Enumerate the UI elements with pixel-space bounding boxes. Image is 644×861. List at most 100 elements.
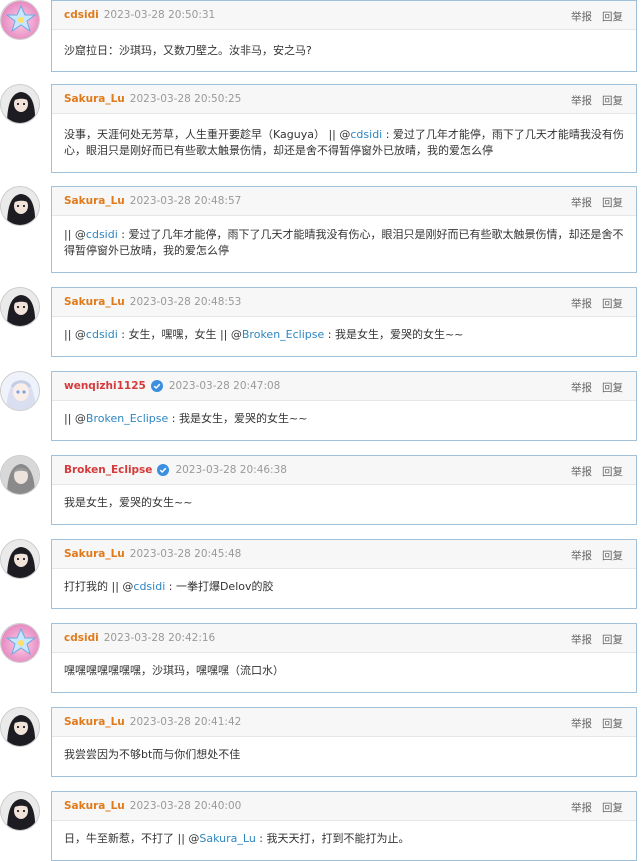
mention-link[interactable]: cdsidi	[133, 580, 165, 593]
comment-item: Sakura_Lu 2023-03-28 20:41:42 举报 回复我尝尝因为不够b…	[0, 706, 644, 778]
comment-item: Sakura_Lu 2023-03-28 20:48:53 举报 回复 || @cdsi…	[0, 287, 644, 359]
username-link[interactable]: cdsidi	[64, 632, 99, 644]
comment-item: Sakura_Lu 2023-03-28 20:45:48 举报 回复 打打我的 || …	[0, 538, 644, 610]
comment-header: Sakura_Lu 2023-03-28 20:48:53 举报 回复	[52, 288, 636, 317]
mention-link[interactable]: Broken_Eclipse	[242, 328, 324, 341]
comment-item: cdsidi 2023-03-28 20:42:16 举报 回复 嘿嘿嘿嘿嘿嘿嘿，沙琪玛…	[0, 622, 644, 694]
mention-link[interactable]: Broken_Eclipse	[86, 412, 168, 425]
comment-timestamp: 2023-03-28 20:41:42	[129, 716, 242, 728]
comment-item: Sakura_Lu 2023-03-28 20:50:25 举报 回复没事，天涯何处无…	[0, 84, 644, 175]
username-link[interactable]: Sakura_Lu	[64, 195, 125, 207]
mention-link[interactable]: cdsidi	[350, 128, 382, 141]
comment-meta: cdsidi 2023-03-28 20:50:31	[64, 9, 215, 21]
avatar[interactable]	[0, 455, 40, 495]
report-button[interactable]: 举报	[571, 382, 592, 394]
username-link[interactable]: Sakura_Lu	[64, 296, 125, 308]
comment-header: Sakura_Lu 2023-03-28 20:45:48 举报 回复	[52, 540, 636, 569]
avatar[interactable]	[0, 539, 40, 579]
reply-button[interactable]: 回复	[602, 634, 623, 646]
comment-text-segment: 日，牛至新惹，不打了 || @	[64, 832, 200, 845]
report-button[interactable]: 举报	[571, 718, 592, 730]
comment-text-segment: || @	[64, 328, 86, 341]
comment-card: wenqizhi1125 2023-03-28 20:47:08 举报 回复 || @B…	[51, 371, 637, 441]
username-link[interactable]: Broken_Eclipse	[64, 464, 152, 476]
reply-button[interactable]: 回复	[602, 718, 623, 730]
comment-meta: Broken_Eclipse 2023-03-28 20:46:38	[64, 464, 287, 476]
comment-actions: 举报 回复	[571, 9, 623, 24]
comment-card: cdsidi 2023-03-28 20:42:16 举报 回复 嘿嘿嘿嘿嘿嘿嘿，沙琪玛…	[51, 623, 637, 693]
comment-header: Sakura_Lu 2023-03-28 20:48:57 举报 回复	[52, 187, 636, 216]
comment-text-segment: 没事，天涯何处无芳草，人生重开要趁早（Kaguya） || @	[64, 128, 351, 141]
mention-link[interactable]: cdsidi	[86, 228, 118, 241]
report-button[interactable]: 举报	[571, 11, 592, 23]
username-link[interactable]: Sakura_Lu	[64, 800, 125, 812]
comment-timestamp: 2023-03-28 20:48:57	[129, 195, 242, 207]
comment-item: Sakura_Lu 2023-03-28 20:40:00 举报 回复日，牛至新惹，不…	[0, 790, 644, 861]
report-button[interactable]: 举报	[571, 802, 592, 814]
comment-text-segment: 我是女生，爱哭的女生~~	[64, 496, 193, 509]
report-button[interactable]: 举报	[571, 95, 592, 107]
comment-text-segment: : 一拳打爆Delov的胶	[165, 580, 274, 593]
report-button[interactable]: 举报	[571, 550, 592, 562]
comment-item: Broken_Eclipse 2023-03-28 20:46:38 举报 回复我是女…	[0, 454, 644, 526]
comment-text: 我是女生，爱哭的女生~~	[64, 495, 624, 511]
avatar[interactable]	[0, 791, 40, 831]
avatar[interactable]	[0, 186, 40, 226]
comment-text-segment: : 我是女生，爱哭的女生~~	[168, 412, 308, 425]
comment-text: 沙窟拉日：沙琪玛，又数刀壁之。汝非马，安之马?	[64, 43, 624, 59]
comment-header: Sakura_Lu 2023-03-28 20:40:00 举报 回复	[52, 792, 636, 821]
comment-timestamp: 2023-03-28 20:50:31	[103, 9, 216, 21]
reply-button[interactable]: 回复	[602, 298, 623, 310]
report-button[interactable]: 举报	[571, 298, 592, 310]
comment-meta: Sakura_Lu 2023-03-28 20:48:53	[64, 296, 241, 308]
avatar[interactable]	[0, 84, 40, 124]
comment-item: cdsidi 2023-03-28 20:50:31 举报 回复沙窟拉日：沙琪玛，又数…	[0, 0, 644, 74]
comment-card: Sakura_Lu 2023-03-28 20:48:53 举报 回复 || @cdsi…	[51, 287, 637, 357]
reply-button[interactable]: 回复	[602, 11, 623, 23]
avatar[interactable]	[0, 371, 40, 411]
comment-item: wenqizhi1125 2023-03-28 20:47:08 举报 回复 || @B…	[0, 370, 644, 442]
report-button[interactable]: 举报	[571, 197, 592, 209]
comment-text: 我尝尝因为不够bt而与你们想处不佳	[64, 747, 624, 763]
comment-timestamp: 2023-03-28 20:45:48	[129, 548, 242, 560]
comment-card: Sakura_Lu 2023-03-28 20:45:48 举报 回复 打打我的 || …	[51, 539, 637, 609]
verified-badge-icon	[157, 464, 170, 476]
username-link[interactable]: Sakura_Lu	[64, 716, 125, 728]
reply-button[interactable]: 回复	[602, 550, 623, 562]
avatar[interactable]	[0, 0, 40, 40]
report-button[interactable]: 举报	[571, 634, 592, 646]
comment-meta: Sakura_Lu 2023-03-28 20:41:42	[64, 716, 241, 728]
comment-header: cdsidi 2023-03-28 20:50:31 举报 回复	[52, 1, 636, 30]
comment-card: Sakura_Lu 2023-03-28 20:50:25 举报 回复没事，天涯何处无…	[51, 84, 637, 173]
comment-text-segment: || @	[64, 412, 86, 425]
reply-button[interactable]: 回复	[602, 197, 623, 209]
comment-text-segment: : 爱过了几年才能停，雨下了几天才能晴我没有伤心，眼泪只是刚好而已有些歌太触景伤…	[64, 228, 624, 257]
mention-link[interactable]: cdsidi	[86, 328, 118, 341]
avatar[interactable]	[0, 707, 40, 747]
username-link[interactable]: Sakura_Lu	[64, 548, 125, 560]
comment-header: wenqizhi1125 2023-03-28 20:47:08 举报 回复	[52, 372, 636, 401]
reply-button[interactable]: 回复	[602, 382, 623, 394]
comment-actions: 举报 回复	[571, 195, 623, 210]
comment-text: || @Broken_Eclipse : 我是女生，爱哭的女生~~	[64, 411, 624, 427]
reply-button[interactable]: 回复	[602, 802, 623, 814]
username-link[interactable]: wenqizhi1125	[64, 380, 146, 392]
avatar[interactable]	[0, 623, 40, 663]
username-link[interactable]: Sakura_Lu	[64, 93, 125, 105]
comment-meta: Sakura_Lu 2023-03-28 20:50:25	[64, 93, 241, 105]
reply-button[interactable]: 回复	[602, 95, 623, 107]
report-button[interactable]: 举报	[571, 466, 592, 478]
comment-text: || @cdsidi : 爱过了几年才能停，雨下了几天才能晴我没有伤心，眼泪只是…	[64, 227, 624, 259]
comment-actions: 举报 回复	[571, 548, 623, 563]
comment-actions: 举报 回复	[571, 464, 623, 479]
mention-link[interactable]: Sakura_Lu	[199, 832, 255, 845]
avatar[interactable]	[0, 287, 40, 327]
comment-timestamp: 2023-03-28 20:40:00	[129, 800, 242, 812]
comment-timestamp: 2023-03-28 20:42:16	[103, 632, 216, 644]
comment-header: Sakura_Lu 2023-03-28 20:41:42 举报 回复	[52, 708, 636, 737]
comment-meta: Sakura_Lu 2023-03-28 20:48:57	[64, 195, 241, 207]
comment-header: cdsidi 2023-03-28 20:42:16 举报 回复	[52, 624, 636, 653]
username-link[interactable]: cdsidi	[64, 9, 99, 21]
reply-button[interactable]: 回复	[602, 466, 623, 478]
comment-text-segment: : 女生，嘿嘿，女生 || @	[117, 328, 242, 341]
